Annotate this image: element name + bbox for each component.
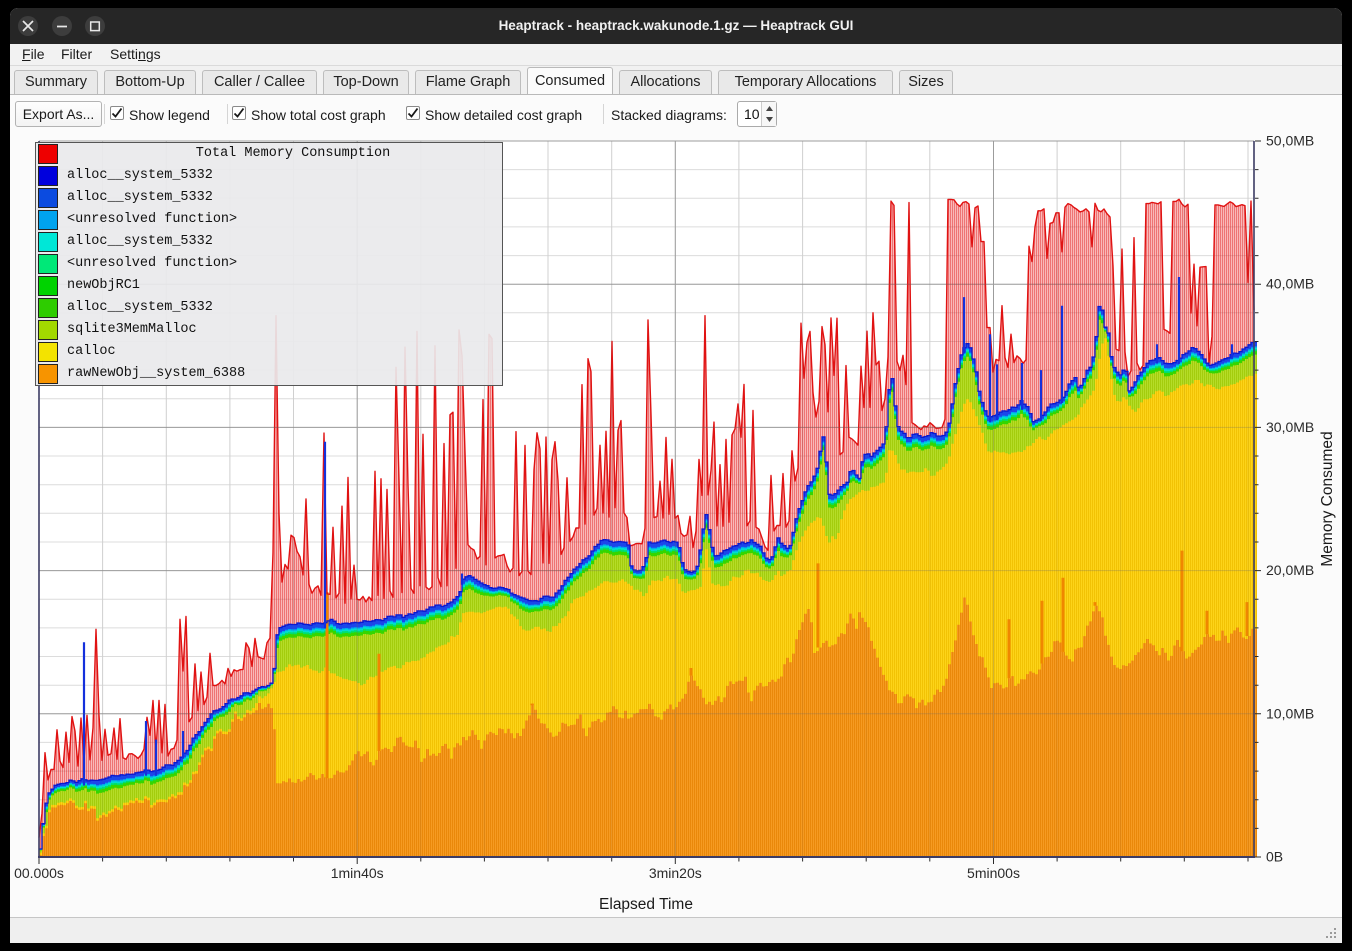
svg-text:50,0MB: 50,0MB [1266, 133, 1314, 149]
svg-text:Elapsed Time: Elapsed Time [599, 896, 693, 913]
svg-text:40,0MB: 40,0MB [1266, 276, 1314, 292]
svg-text:Memory Consumed: Memory Consumed [1319, 431, 1336, 566]
svg-text:30,0MB: 30,0MB [1266, 419, 1314, 435]
svg-text:10,0MB: 10,0MB [1266, 705, 1314, 721]
svg-text:0B: 0B [1266, 849, 1283, 865]
svg-text:00.000s: 00.000s [14, 865, 64, 881]
svg-text:20,0MB: 20,0MB [1266, 562, 1314, 578]
svg-text:3min20s: 3min20s [649, 865, 702, 881]
svg-text:5min00s: 5min00s [967, 865, 1020, 881]
svg-text:1min40s: 1min40s [331, 865, 384, 881]
